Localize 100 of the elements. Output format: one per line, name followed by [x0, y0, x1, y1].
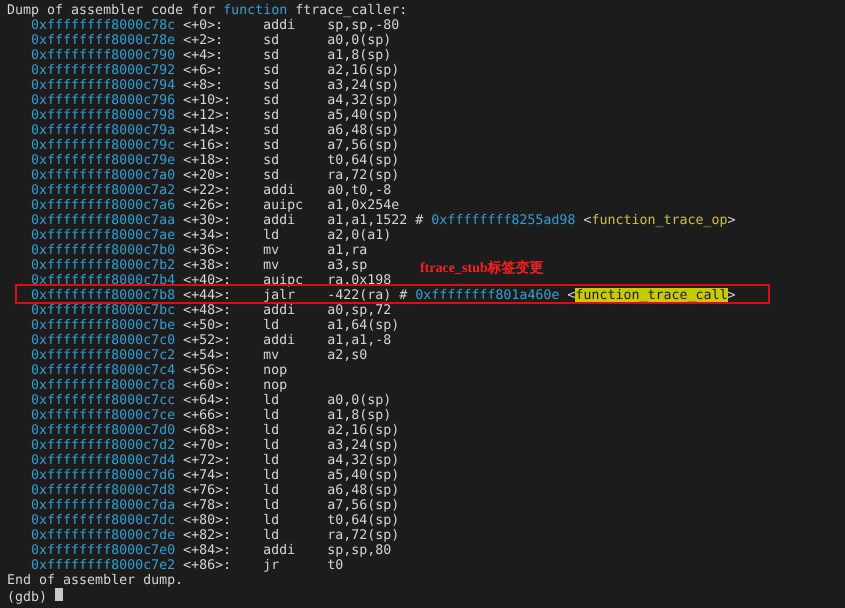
instruction-operands: a6,48(sp) [327, 483, 400, 498]
instruction-offset: <+72>: [183, 453, 232, 468]
instruction-operands: a1,ra [327, 243, 368, 258]
instruction-operands: a5,40(sp) [327, 468, 400, 483]
instruction-mnemonic: ld [263, 393, 280, 408]
instruction-offset: <+44>: [183, 288, 232, 303]
header-keyword: function [223, 3, 288, 18]
instruction-mnemonic: sd [263, 33, 280, 48]
instruction-offset: <+4>: [183, 48, 224, 63]
instruction-operands: a1,a1,1522 [327, 213, 408, 228]
instruction-offset: <+22>: [183, 183, 232, 198]
instruction-address: 0xffffffff8000c7bc [31, 303, 176, 318]
instruction-offset: <+38>: [183, 258, 232, 273]
instruction-operands: a3,24(sp) [327, 78, 400, 93]
instruction-address: 0xffffffff8000c79e [31, 153, 176, 168]
instruction-operands: a7,56(sp) [327, 498, 400, 513]
instruction-operands: a7,56(sp) [327, 138, 400, 153]
instruction-operands: a1,8(sp) [327, 48, 392, 63]
instruction-mnemonic: sd [263, 63, 280, 78]
instruction-offset: <+12>: [183, 108, 232, 123]
instruction-address: 0xffffffff8000c7ce [31, 408, 176, 423]
instruction-offset: <+56>: [183, 363, 232, 378]
instruction-offset: <+68>: [183, 423, 232, 438]
comment-marker: # [415, 213, 424, 228]
instruction-mnemonic: addi [263, 183, 296, 198]
instruction-offset: <+6>: [183, 63, 224, 78]
instruction-mnemonic: sd [263, 48, 280, 63]
instruction-address: 0xffffffff8000c7c0 [31, 333, 176, 348]
annotation-text: ftrace_stub标签变更 [420, 261, 544, 277]
comment-marker: # [399, 288, 408, 303]
instruction-address: 0xffffffff8000c7ae [31, 228, 176, 243]
instruction-mnemonic: ld [263, 498, 280, 513]
instruction-address: 0xffffffff8000c7d2 [31, 438, 176, 453]
function-name: ftrace_caller: [295, 3, 408, 18]
instruction-address: 0xffffffff8000c7b8 [31, 288, 176, 303]
instruction-offset: <+50>: [183, 318, 232, 333]
instruction-address: 0xffffffff8000c7c8 [31, 378, 176, 393]
instruction-mnemonic: addi [263, 333, 296, 348]
instruction-address: 0xffffffff8000c7a6 [31, 198, 176, 213]
instruction-offset: <+18>: [183, 153, 232, 168]
instruction-mnemonic: mv [263, 348, 280, 363]
instruction-offset: <+30>: [183, 213, 232, 228]
instruction-mnemonic: auipc [263, 198, 304, 213]
instruction-operands: a1,64(sp) [327, 318, 400, 333]
instruction-operands: a4,32(sp) [327, 93, 400, 108]
instruction-mnemonic: sd [263, 78, 280, 93]
instruction-address: 0xffffffff8000c7c2 [31, 348, 176, 363]
instruction-address: 0xffffffff8000c7cc [31, 393, 176, 408]
instruction-offset: <+26>: [183, 198, 232, 213]
instruction-operands: a6,48(sp) [327, 123, 400, 138]
target-address: 0xffffffff801a460e [415, 288, 560, 303]
instruction-offset: <+70>: [183, 438, 232, 453]
instruction-offset: <+60>: [183, 378, 232, 393]
footer-text: End of assembler dump. [7, 573, 184, 588]
instruction-address: 0xffffffff8000c794 [31, 78, 176, 93]
instruction-operands: a0,t0,-8 [327, 183, 392, 198]
instruction-operands: a1,8(sp) [327, 408, 392, 423]
instruction-offset: <+20>: [183, 168, 232, 183]
instruction-operands: ra,72(sp) [327, 168, 400, 183]
instruction-offset: <+0>: [183, 18, 224, 33]
instruction-offset: <+40>: [183, 273, 232, 288]
instruction-offset: <+86>: [183, 558, 232, 573]
symbol-bracket: < [567, 288, 576, 303]
instruction-mnemonic: sd [263, 108, 280, 123]
instruction-mnemonic: sd [263, 93, 280, 108]
instruction-address: 0xffffffff8000c790 [31, 48, 176, 63]
instruction-address: 0xffffffff8000c7b2 [31, 258, 176, 273]
instruction-operands: a0,0(sp) [327, 393, 392, 408]
instruction-operands: a1,0x254e [327, 198, 400, 213]
instruction-mnemonic: nop [263, 378, 288, 393]
instruction-address: 0xffffffff8000c7d8 [31, 483, 176, 498]
instruction-operands: ra,72(sp) [327, 528, 400, 543]
instruction-mnemonic: sd [263, 153, 280, 168]
header-text: Dump of assembler code for [7, 3, 216, 18]
instruction-operands: a5,40(sp) [327, 108, 400, 123]
instruction-mnemonic: ld [263, 408, 280, 423]
instruction-mnemonic: sd [263, 123, 280, 138]
instruction-mnemonic: nop [263, 363, 288, 378]
instruction-mnemonic: addi [263, 18, 296, 33]
instruction-mnemonic: mv [263, 258, 280, 273]
instruction-address: 0xffffffff8000c792 [31, 63, 176, 78]
instruction-operands: a4,32(sp) [327, 453, 400, 468]
instruction-mnemonic: mv [263, 243, 280, 258]
instruction-address: 0xffffffff8000c7dc [31, 513, 176, 528]
instruction-address: 0xffffffff8000c7de [31, 528, 176, 543]
instruction-mnemonic: jr [263, 558, 280, 573]
instruction-mnemonic: ld [263, 468, 280, 483]
instruction-offset: <+48>: [183, 303, 232, 318]
instruction-operands: a0,0(sp) [327, 33, 392, 48]
instruction-operands: sp,sp,80 [327, 543, 392, 558]
instruction-offset: <+52>: [183, 333, 232, 348]
instruction-offset: <+16>: [183, 138, 232, 153]
instruction-mnemonic: ld [263, 423, 280, 438]
target-address: 0xffffffff8255ad98 [431, 213, 576, 228]
instruction-mnemonic: ld [263, 228, 280, 243]
instruction-offset: <+78>: [183, 498, 232, 513]
instruction-operands: t0,64(sp) [327, 153, 400, 168]
instruction-offset: <+64>: [183, 393, 232, 408]
instruction-mnemonic: addi [263, 303, 296, 318]
instruction-offset: <+34>: [183, 228, 232, 243]
